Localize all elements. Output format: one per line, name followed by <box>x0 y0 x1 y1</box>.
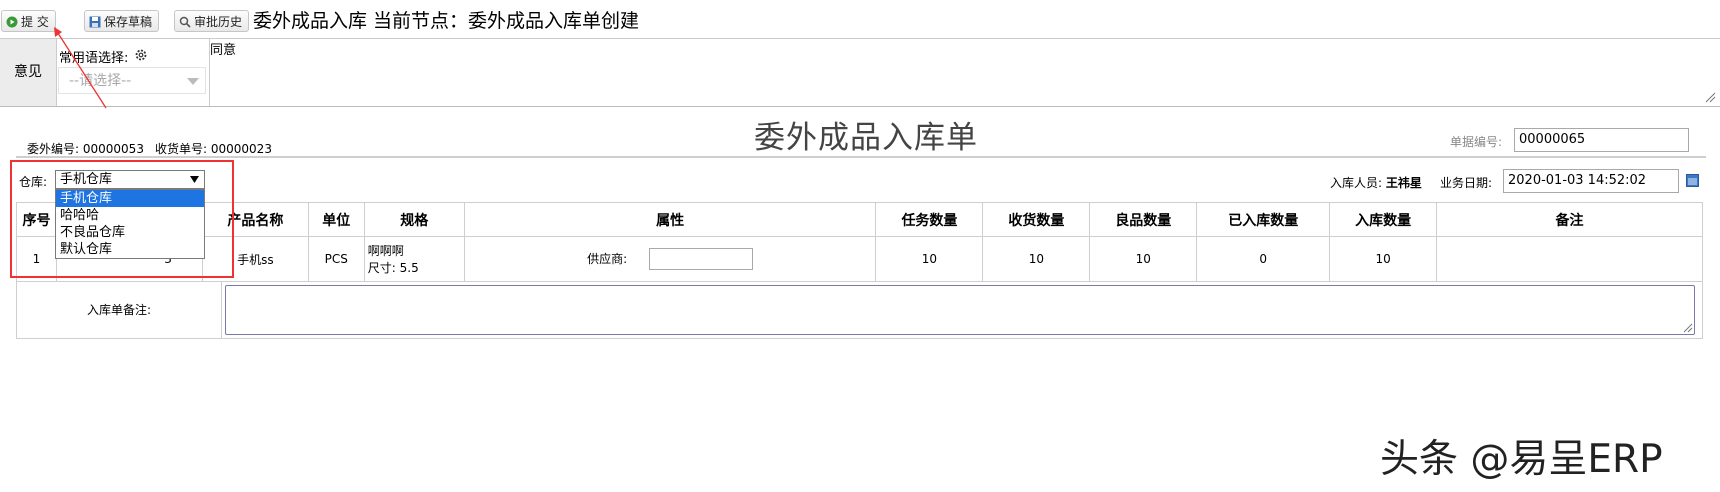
col-header: 属性 <box>463 202 877 237</box>
spec-line: 尺寸: 5.5 <box>367 261 419 275</box>
table-header-row: 序号 码 产品名称 单位 规格 属性 任务数量 收货数量 良品数量 已入库数量 … <box>16 202 1703 237</box>
inbound-person-label: 入库人员: 王祎星 <box>1330 176 1422 190</box>
supplier-label: 供应商: <box>587 251 628 266</box>
warehouse-option[interactable]: 默认仓库 <box>56 241 204 258</box>
cell-good-qty: 10 <box>1089 236 1198 282</box>
remark-row: 入库单备注: <box>16 281 1703 339</box>
outsource-number: 委外编号: 00000053 <box>27 142 144 156</box>
opinion-section: 意见 常用语选择: 同意 <box>0 38 1720 107</box>
doc-number-label: 单据编号: <box>1450 135 1503 149</box>
opinion-textarea[interactable]: 同意 <box>210 39 236 58</box>
cell-spec: 啊啊啊 尺寸: 5.5 <box>363 236 465 282</box>
biz-date-label: 业务日期: <box>1440 176 1493 190</box>
page-title: 委外成品入库 当前节点：委外成品入库单创建 <box>253 10 640 32</box>
annotation-arrow <box>54 27 107 109</box>
doc-number-field[interactable]: 00000065 <box>1514 128 1689 152</box>
col-header: 备注 <box>1436 202 1703 237</box>
remark-textarea[interactable] <box>225 285 1695 335</box>
chevron-down-icon <box>190 176 199 183</box>
watermark: 头条 @易呈ERP <box>1380 437 1663 482</box>
calendar-icon[interactable] <box>1686 174 1699 187</box>
col-header: 规格 <box>363 202 465 237</box>
submit-button[interactable]: 提 交 <box>1 10 56 32</box>
col-header: 单位 <box>307 202 365 237</box>
supplier-input[interactable] <box>649 248 754 270</box>
gear-icon[interactable] <box>134 48 148 62</box>
warehouse-select[interactable]: 手机仓库 <box>55 170 205 189</box>
items-table: 序号 码 产品名称 单位 规格 属性 任务数量 收货数量 良品数量 已入库数量 … <box>16 202 1703 282</box>
chevron-down-icon <box>187 78 199 85</box>
cell-unit: PCS <box>307 236 365 282</box>
approval-history-button[interactable]: 审批历史 <box>174 10 250 32</box>
play-icon <box>6 16 18 28</box>
warehouse-option[interactable]: 不良品仓库 <box>56 224 204 241</box>
cell-task-qty: 10 <box>875 236 984 282</box>
col-header: 已入库数量 <box>1196 202 1331 237</box>
cell-inbound-qty[interactable]: 10 <box>1329 236 1438 282</box>
spec-line: 啊啊啊 <box>367 244 404 258</box>
resize-handle-icon[interactable] <box>1704 91 1716 103</box>
cell-stored-qty: 0 <box>1196 236 1331 282</box>
remark-label: 入库单备注: <box>17 282 222 338</box>
opinion-label: 意见 <box>0 39 57 106</box>
cell-received-qty: 10 <box>982 236 1091 282</box>
col-header: 良品数量 <box>1089 202 1198 237</box>
biz-date-field[interactable]: 2020-01-03 14:52:02 <box>1503 169 1679 193</box>
search-icon <box>179 16 191 28</box>
warehouse-options: 手机仓库 哈哈哈 不良品仓库 默认仓库 <box>55 189 205 259</box>
resize-handle-icon[interactable] <box>1683 323 1693 333</box>
col-header: 入库数量 <box>1329 202 1438 237</box>
table-row: 1 3 手机ss PCS 啊啊啊 尺寸: 5.5 供应商: 10 10 10 0… <box>16 236 1703 282</box>
warehouse-option[interactable]: 哈哈哈 <box>56 207 204 224</box>
cell-attribute: 供应商: <box>463 236 877 282</box>
col-header: 收货数量 <box>982 202 1091 237</box>
col-header: 任务数量 <box>875 202 984 237</box>
receipt-number: 收货单号: 00000023 <box>155 142 272 156</box>
form-title: 委外成品入库单 <box>754 120 978 156</box>
header-divider <box>16 156 1706 158</box>
cell-remark[interactable] <box>1436 236 1703 282</box>
warehouse-option[interactable]: 手机仓库 <box>56 190 204 207</box>
